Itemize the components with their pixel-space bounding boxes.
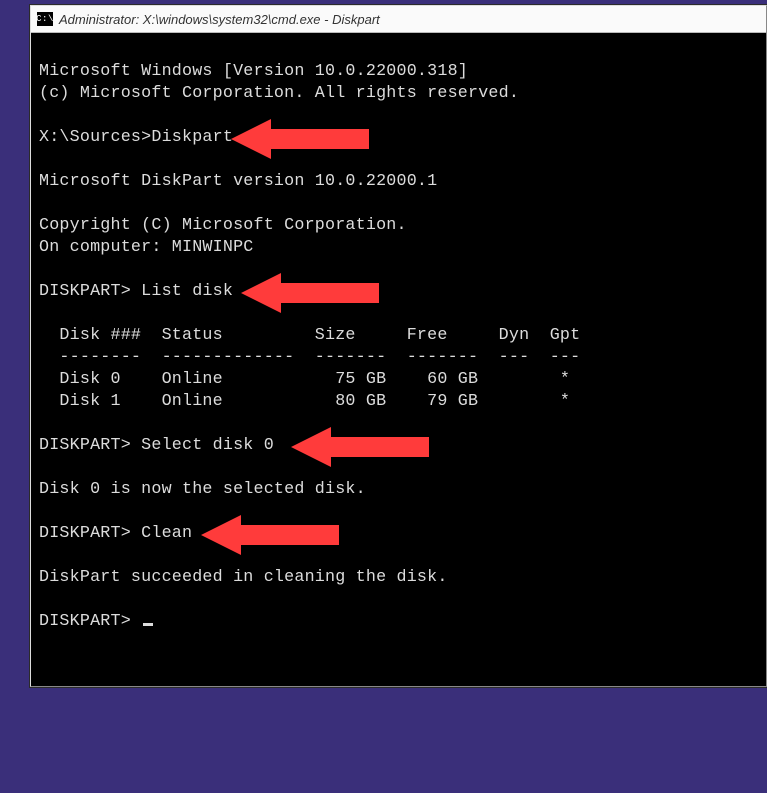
- table-row: Disk 1 Online 80 GB 79 GB *: [39, 392, 570, 411]
- terminal-body[interactable]: Microsoft Windows [Version 10.0.22000.31…: [31, 33, 766, 793]
- cmd-icon: C:\: [37, 12, 53, 26]
- output-line: (c) Microsoft Corporation. All rights re…: [39, 84, 519, 103]
- table-header: Disk ### Status Size Free Dyn Gpt: [39, 326, 580, 345]
- cursor: [143, 623, 153, 626]
- output-line: Microsoft DiskPart version 10.0.22000.1: [39, 172, 437, 191]
- prompt-line-listdisk: DISKPART> List disk: [39, 282, 233, 301]
- titlebar[interactable]: C:\ Administrator: X:\windows\system32\c…: [31, 6, 766, 33]
- prompt-line-current: DISKPART>: [39, 612, 153, 631]
- output-line: DiskPart succeeded in cleaning the disk.: [39, 568, 448, 587]
- arrow-annotation-icon: [241, 270, 381, 316]
- cmd-window: C:\ Administrator: X:\windows\system32\c…: [30, 5, 767, 687]
- output-line: Microsoft Windows [Version 10.0.22000.31…: [39, 62, 468, 81]
- arrow-annotation-icon: [291, 424, 431, 470]
- prompt-line-selectdisk: DISKPART> Select disk 0: [39, 436, 274, 455]
- window-title: Administrator: X:\windows\system32\cmd.e…: [59, 12, 380, 27]
- prompt-line-clean: DISKPART> Clean: [39, 524, 192, 543]
- arrow-annotation-icon: [231, 116, 371, 162]
- arrow-annotation-icon: [201, 512, 341, 558]
- output-line: On computer: MINWINPC: [39, 238, 254, 257]
- output-line: Copyright (C) Microsoft Corporation.: [39, 216, 407, 235]
- output-line: Disk 0 is now the selected disk.: [39, 480, 366, 499]
- table-row: Disk 0 Online 75 GB 60 GB *: [39, 370, 570, 389]
- prompt-line-diskpart: X:\Sources>Diskpart: [39, 128, 233, 147]
- table-divider: -------- ------------- ------- ------- -…: [39, 348, 580, 367]
